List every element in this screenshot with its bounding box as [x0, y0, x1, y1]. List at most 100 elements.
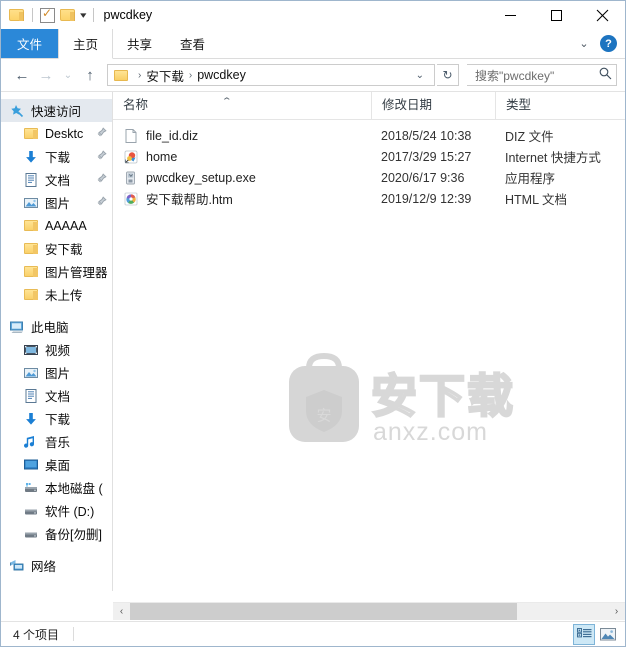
sidebar-item-downloads-pc[interactable]: 下载	[1, 407, 112, 430]
close-button[interactable]	[579, 1, 625, 29]
help-icon[interactable]: ?	[600, 35, 617, 52]
folder-icon	[23, 218, 40, 234]
sidebar-item-local-disk[interactable]: 本地磁盘 (	[1, 476, 112, 499]
breadcrumb-item-0[interactable]: 安下载	[146, 66, 184, 85]
tab-view[interactable]: 查看	[166, 29, 219, 58]
minimize-button[interactable]	[487, 1, 533, 29]
sidebar-item-anxiazai[interactable]: 安下载	[1, 237, 112, 260]
tab-share[interactable]: 共享	[113, 29, 166, 58]
tab-file[interactable]: 文件	[1, 29, 59, 58]
sidebar-item-documents-pc[interactable]: 文档	[1, 384, 112, 407]
properties-icon[interactable]	[40, 6, 55, 23]
file-type-cell: DIZ 文件	[505, 130, 554, 144]
breadcrumb-folder-icon[interactable]	[114, 69, 130, 82]
expand-ribbon-chevron-icon[interactable]: ⌄	[574, 37, 594, 50]
table-row[interactable]: home 2017/3/29 15:27 Internet 快捷方式	[113, 146, 625, 167]
pin-icon[interactable]	[96, 127, 107, 138]
file-name-cell[interactable]: file_id.diz	[113, 128, 371, 144]
details-view-button[interactable]	[573, 623, 595, 645]
sidebar-label-anxiazai: 安下载	[45, 243, 83, 257]
breadcrumb-dropdown-icon[interactable]: ⌄	[410, 70, 430, 81]
ribbon-tab-bar: 文件 主页 共享 查看 ⌄ ?	[1, 29, 625, 59]
sidebar-label-pictures-pc: 图片	[45, 367, 71, 381]
documents-icon	[23, 172, 40, 188]
file-name-cell[interactable]: home	[113, 149, 371, 165]
navigation-pane[interactable]: 快速访问 Desktc 下载 文档 图片 AAAAA 安下载 图片管理器 未上传…	[1, 92, 113, 591]
sidebar-item-this-pc[interactable]: 此电脑	[1, 315, 112, 338]
column-header-name-label: 名称	[123, 98, 149, 112]
sidebar-item-quick-access[interactable]: 快速访问	[1, 99, 112, 122]
sidebar-item-downloads[interactable]: 下载	[1, 145, 112, 168]
main-content: 快速访问 Desktc 下载 文档 图片 AAAAA 安下载 图片管理器 未上传…	[1, 91, 625, 591]
column-header-type[interactable]: 类型	[495, 92, 615, 119]
scrollbar-thumb[interactable]	[130, 603, 517, 620]
sidebar-item-documents[interactable]: 文档	[1, 168, 112, 191]
sidebar-item-videos[interactable]: 视频	[1, 338, 112, 361]
sidebar-label-backup-drive: 备份[勿删]	[45, 528, 102, 542]
pictures-icon	[23, 365, 40, 381]
customize-chevron-icon[interactable]: ▾	[80, 10, 86, 20]
sidebar-item-music[interactable]: 音乐	[1, 430, 112, 453]
new-folder-icon[interactable]	[60, 8, 76, 22]
table-row[interactable]: file_id.diz 2018/5/24 10:38 DIZ 文件	[113, 125, 625, 146]
file-list-pane[interactable]: 名称 ⌃ 修改日期 类型 file_id.diz 2018/5/24 10:38…	[113, 92, 625, 591]
sidebar-label-music: 音乐	[45, 436, 71, 450]
sidebar-item-not-uploaded[interactable]: 未上传	[1, 283, 112, 306]
up-button[interactable]: ↑	[79, 63, 101, 87]
pin-icon[interactable]	[96, 150, 107, 161]
large-icons-view-button[interactable]	[597, 624, 619, 645]
search-icon[interactable]	[599, 67, 612, 83]
sidebar-item-picture-manager[interactable]: 图片管理器	[1, 260, 112, 283]
breadcrumb-separator-0[interactable]: ›	[133, 70, 146, 81]
sidebar-label-downloads: 下载	[45, 151, 71, 165]
sidebar-item-backup-drive[interactable]: 备份[勿删]	[1, 522, 112, 545]
column-header-date[interactable]: 修改日期	[371, 92, 495, 119]
back-button[interactable]: ←	[11, 63, 33, 87]
music-icon	[23, 434, 40, 450]
ribbon-right-controls: ⌄ ?	[574, 29, 621, 58]
scrollbar-track[interactable]	[516, 603, 608, 620]
table-row[interactable]: pwcdkey_setup.exe 2020/6/17 9:36 应用程序	[113, 167, 625, 188]
scroll-left-arrow-icon[interactable]: ‹	[113, 603, 130, 620]
sidebar-item-pictures[interactable]: 图片	[1, 191, 112, 214]
forward-button[interactable]: →	[35, 63, 57, 87]
scroll-right-arrow-icon[interactable]: ›	[608, 603, 625, 620]
maximize-button[interactable]	[533, 1, 579, 29]
recent-locations-button[interactable]: ⌄	[59, 63, 77, 87]
html-document-icon	[123, 191, 139, 207]
sidebar-label-videos: 视频	[45, 344, 71, 358]
sidebar-group-gap-1	[1, 306, 112, 315]
search-input[interactable]: 搜索"pwcdkey"	[467, 64, 617, 86]
folder-properties-icon[interactable]	[9, 8, 25, 22]
folder-icon	[23, 126, 40, 142]
sidebar-item-desktop-pc[interactable]: 桌面	[1, 453, 112, 476]
sidebar-item-aaaaa[interactable]: AAAAA	[1, 214, 112, 237]
breadcrumb[interactable]: › 安下载 › pwcdkey ⌄	[107, 64, 435, 86]
internet-shortcut-icon	[123, 149, 139, 165]
pin-icon[interactable]	[96, 173, 107, 184]
file-name-cell[interactable]: pwcdkey_setup.exe	[113, 170, 371, 186]
file-name-label: 安下载帮助.htm	[146, 193, 233, 207]
breadcrumb-item-1[interactable]: pwcdkey	[197, 68, 246, 82]
sidebar-item-pictures-pc[interactable]: 图片	[1, 361, 112, 384]
sidebar-label-quick-access: 快速访问	[31, 105, 82, 119]
window-controls	[487, 1, 625, 29]
sidebar-item-network[interactable]: 网络	[1, 554, 112, 577]
sidebar-item-drive-d[interactable]: 软件 (D:)	[1, 499, 112, 522]
file-name-cell[interactable]: 安下载帮助.htm	[113, 189, 371, 208]
file-date-cell: 2017/3/29 15:27	[381, 149, 472, 164]
status-divider	[73, 627, 75, 641]
breadcrumb-separator-1[interactable]: ›	[184, 70, 197, 81]
status-bar: 4 个项目	[1, 621, 625, 646]
sidebar-label-aaaaa: AAAAA	[45, 218, 87, 233]
file-date-cell: 2019/12/9 12:39	[381, 191, 472, 206]
sidebar-label-downloads-pc: 下载	[45, 413, 71, 427]
sidebar-group-gap-2	[1, 545, 112, 554]
column-header-name[interactable]: 名称 ⌃	[113, 92, 371, 119]
sidebar-item-desktop[interactable]: Desktc	[1, 122, 112, 145]
tab-home[interactable]: 主页	[58, 29, 114, 59]
horizontal-scrollbar[interactable]: ‹ ›	[113, 602, 625, 620]
pin-icon[interactable]	[96, 196, 107, 207]
refresh-button[interactable]: ↻	[437, 64, 459, 86]
table-row[interactable]: 安下载帮助.htm 2019/12/9 12:39 HTML 文档	[113, 188, 625, 209]
